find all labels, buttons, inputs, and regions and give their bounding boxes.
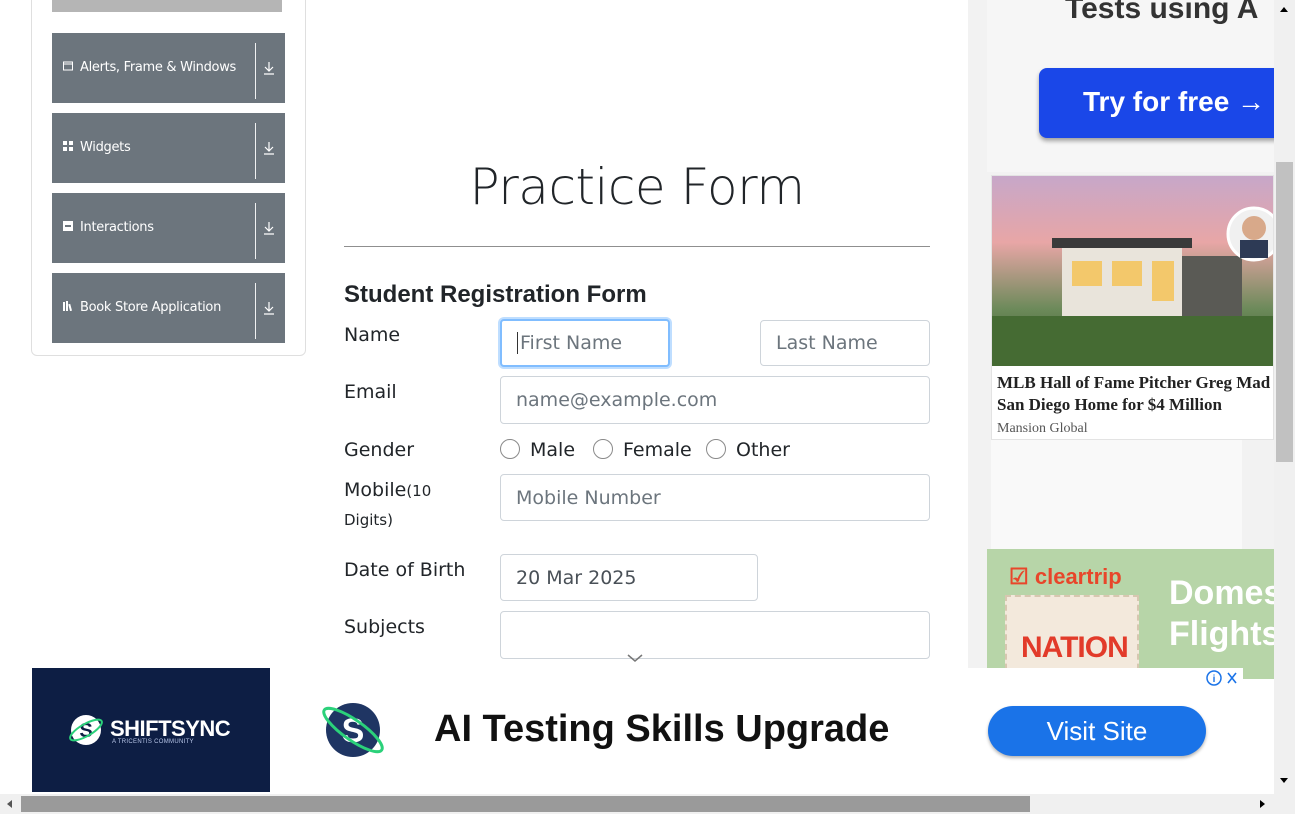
- sidebar-group-bookstore[interactable]: Book Store Application: [52, 273, 285, 343]
- nation-text: NATION: [1021, 631, 1129, 664]
- download-icon[interactable]: [262, 140, 276, 156]
- email-input[interactable]: name@example.com: [500, 376, 930, 424]
- try-for-free-button[interactable]: Try for free →: [1039, 68, 1274, 138]
- ad-top-text: Tests using A: [1065, 0, 1259, 25]
- sidebar-group-alerts[interactable]: Alerts, Frame & Windows: [52, 33, 285, 103]
- dob-label: Date of Birth: [344, 559, 466, 581]
- mobile-placeholder: Mobile Number: [516, 486, 661, 509]
- gender-label: Gender: [344, 439, 415, 461]
- subjects-input[interactable]: [500, 611, 930, 659]
- gender-male-radio[interactable]: [500, 439, 520, 459]
- shiftsync-logo-panel: S SHIFTSYNC A TRICENTIS COMMUNITY: [32, 668, 270, 792]
- mobile-hint: (10: [406, 482, 432, 500]
- cleartrip-headline-line-2: Flights: [1169, 615, 1274, 653]
- sidebar-group-label: Book Store Application: [80, 300, 222, 315]
- interactions-icon: [63, 221, 73, 231]
- divider: [255, 123, 256, 179]
- name-label: Name: [344, 324, 401, 346]
- sidebar-group-label: Widgets: [80, 140, 131, 155]
- ad-top[interactable]: Tests using A Try for free →: [987, 0, 1274, 172]
- bottom-ad-banner[interactable]: S SHIFTSYNC A TRICENTIS COMMUNITY S AI T…: [32, 668, 1243, 792]
- gender-female-label[interactable]: Female: [623, 439, 692, 461]
- shiftsync-sub: A TRICENTIS COMMUNITY: [112, 739, 194, 745]
- cleartrip-headline: Domes Flights: [1169, 573, 1274, 655]
- chevron-down-icon[interactable]: [626, 652, 644, 664]
- mobile-hint-digits: Digits): [344, 511, 393, 529]
- page-title: Practice Form: [469, 158, 805, 216]
- cleartrip-ad[interactable]: ☑ cleartrip NATION Domes Flights: [987, 549, 1274, 679]
- check-icon: ☑: [1009, 564, 1029, 589]
- ad-choices[interactable]: i: [1204, 669, 1242, 687]
- book-icon: [63, 301, 73, 311]
- mobile-label-text: Mobile: [344, 479, 407, 501]
- title-divider: [344, 246, 930, 247]
- scroll-up-arrow-icon[interactable]: [1278, 4, 1290, 14]
- banner-headline: AI Testing Skills Upgrade: [434, 708, 890, 750]
- last-name-placeholder: Last Name: [776, 332, 878, 354]
- widgets-icon: [63, 141, 73, 151]
- ad-placeholder: [991, 440, 1242, 550]
- sidebar-group-label: Alerts, Frame & Windows: [80, 60, 237, 75]
- house-illustration: [992, 206, 1273, 366]
- form-title: Student Registration Form: [344, 281, 647, 308]
- svg-text:i: i: [1213, 674, 1216, 685]
- download-icon[interactable]: [262, 300, 276, 316]
- gender-other-radio[interactable]: [706, 439, 726, 459]
- subjects-label: Subjects: [344, 616, 425, 638]
- news-headline[interactable]: MLB Hall of Fame Pitcher Greg Mad San Di…: [997, 372, 1273, 416]
- house-image: [992, 176, 1273, 366]
- scroll-down-arrow-icon[interactable]: [1278, 776, 1290, 786]
- sidebar-group-interactions[interactable]: Interactions: [52, 193, 285, 263]
- visit-site-button[interactable]: Visit Site: [988, 706, 1206, 756]
- email-label: Email: [344, 381, 397, 403]
- sidebar-group-widgets[interactable]: Widgets: [52, 113, 285, 183]
- scroll-right-arrow-icon[interactable]: [1258, 798, 1268, 810]
- dob-value: 20 Mar 2025: [516, 566, 637, 589]
- gender-female-radio[interactable]: [593, 439, 613, 459]
- download-icon[interactable]: [262, 220, 276, 236]
- mobile-input[interactable]: Mobile Number: [500, 474, 930, 521]
- divider: [255, 203, 256, 259]
- first-name-input[interactable]: First Name: [500, 319, 670, 367]
- dob-input[interactable]: 20 Mar 2025: [500, 554, 758, 601]
- cleartrip-logo: ☑ cleartrip: [1009, 564, 1122, 590]
- divider: [255, 43, 256, 99]
- mobile-label: Mobile(10: [344, 479, 431, 501]
- gender-male-label[interactable]: Male: [530, 439, 575, 461]
- shiftsync-logo-icon: S: [69, 715, 103, 745]
- horizontal-scrollbar-thumb[interactable]: [21, 796, 1030, 812]
- scroll-left-arrow-icon[interactable]: [4, 798, 14, 810]
- divider: [255, 283, 256, 339]
- gender-other-label[interactable]: Other: [736, 439, 790, 461]
- news-ad[interactable]: MLB Hall of Fame Pitcher Greg Mad San Di…: [991, 175, 1274, 440]
- text-cursor: [517, 332, 518, 354]
- download-icon[interactable]: [262, 60, 276, 76]
- cleartrip-logo-text: cleartrip: [1034, 564, 1122, 589]
- s-logo-icon: S: [322, 703, 384, 757]
- adchoices-icon[interactable]: i: [1204, 669, 1242, 687]
- vertical-scrollbar-thumb[interactable]: [1276, 162, 1293, 462]
- sidebar-group-label: Interactions: [80, 220, 154, 235]
- nation-badge: NATION: [1005, 595, 1139, 679]
- news-source: Mansion Global: [997, 421, 1088, 436]
- email-placeholder: name@example.com: [516, 389, 718, 411]
- first-name-placeholder: First Name: [520, 332, 623, 354]
- sidebar-group-partial[interactable]: [52, 0, 282, 12]
- cleartrip-headline-line-1: Domes: [1169, 574, 1274, 612]
- window-icon: [63, 61, 73, 71]
- last-name-input[interactable]: Last Name: [760, 320, 930, 366]
